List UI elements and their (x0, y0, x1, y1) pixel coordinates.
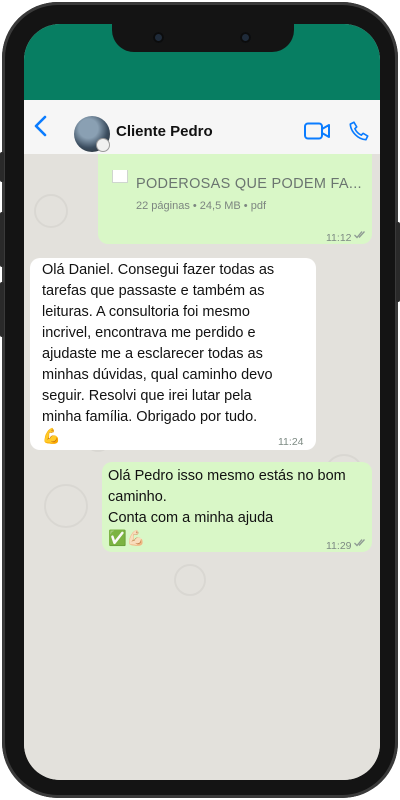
message-time: 11:29 (326, 540, 352, 552)
status-bar (24, 24, 380, 100)
outgoing-message-line-3: Conta com a minha ajuda (108, 510, 274, 526)
document-info[interactable]: PODEROSAS QUE PODEM FA... 22 páginas • 2… (98, 170, 372, 214)
contact-avatar[interactable] (74, 116, 110, 152)
chat-header: Cliente Pedro (24, 100, 380, 155)
outgoing-message-line-1: Olá Pedro isso mesmo estás no bom (108, 468, 346, 484)
back-arrow-icon[interactable] (30, 113, 54, 139)
incoming-message-text: Olá Daniel. Consegui fazer todas as tare… (42, 262, 275, 425)
outgoing-message-bubble[interactable]: Olá Pedro isso mesmo estás no bom caminh… (102, 462, 372, 552)
voice-call-icon[interactable] (348, 120, 370, 142)
wallpaper-doodle (44, 484, 88, 528)
wallpaper-doodle (174, 564, 206, 596)
power-button (396, 222, 400, 302)
read-receipt-icon (354, 539, 365, 547)
outgoing-message-line-2: caminho. (108, 489, 167, 505)
chat-area[interactable]: PODEROSAS QUE PODEM FA... 22 páginas • 2… (24, 154, 380, 780)
document-message-bubble[interactable]: PODEROSAS QUE PODEM FA... 22 páginas • 2… (98, 154, 372, 244)
wallpaper-doodle (34, 194, 68, 228)
document-meta: 22 páginas • 24,5 MB • pdf (136, 200, 267, 212)
read-receipt-icon (354, 231, 365, 239)
document-filename: PODEROSAS QUE PODEM FA... (136, 176, 362, 192)
disappearing-timer-badge-icon (96, 138, 110, 152)
check-and-biceps-emoji: ✅💪🏻 (108, 530, 146, 547)
incoming-message-bubble[interactable]: Olá Daniel. Consegui fazer todas as tare… (30, 258, 316, 450)
message-time: 11:24 (278, 436, 304, 448)
pdf-document-icon (112, 170, 128, 183)
front-camera-icon (240, 32, 251, 43)
mute-switch (0, 152, 4, 182)
volume-down-button (0, 282, 4, 337)
phone-frame: Cliente Pedro PODEROSAS QUE PODEM FA... … (0, 2, 400, 798)
volume-up-button (0, 212, 4, 267)
video-call-icon[interactable] (304, 122, 330, 140)
phone-screen: Cliente Pedro PODEROSAS QUE PODEM FA... … (24, 24, 380, 780)
contact-name[interactable]: Cliente Pedro (116, 123, 213, 140)
notch (112, 24, 294, 52)
flexed-biceps-emoji: 💪 (42, 428, 61, 445)
sensor-icon (153, 32, 164, 43)
message-time: 11:12 (326, 232, 352, 244)
